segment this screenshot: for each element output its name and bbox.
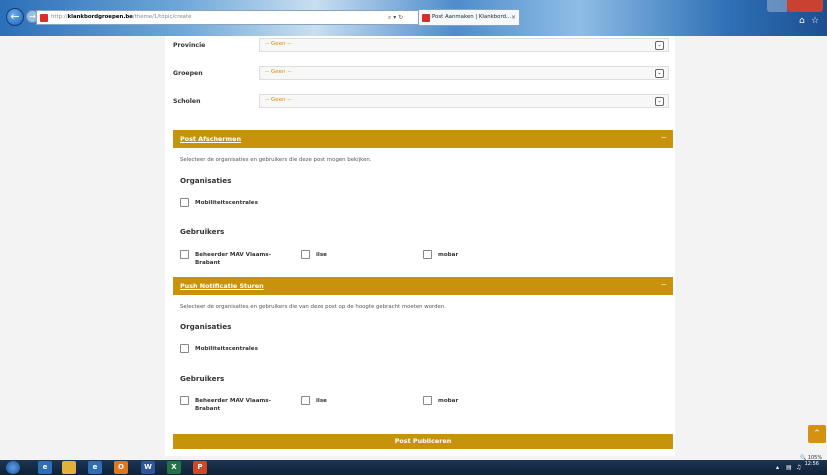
checkbox-label: mobar [438, 252, 459, 258]
ie-taskbar-icon-2[interactable]: e [88, 461, 102, 474]
volume-icon[interactable]: ♫ [796, 464, 801, 471]
section-push-notificatie[interactable]: Push Notificatie Sturen − [173, 277, 673, 295]
section-title[interactable]: Push Notificatie Sturen [180, 282, 264, 290]
users-heading: Gebruikers [180, 374, 225, 383]
network-icon[interactable]: ▤ [786, 464, 792, 471]
close-window-button[interactable] [787, 0, 823, 12]
checkbox-box[interactable] [180, 344, 189, 353]
tab-title: Post Aanmaken | Klankbord... [432, 14, 512, 20]
field-label: Scholen [173, 98, 201, 105]
excel-taskbar-icon[interactable]: X [167, 461, 181, 474]
publish-button[interactable]: Post Publiceren [173, 434, 673, 449]
favorites-star-icon[interactable]: ☆ [811, 16, 821, 26]
organisations-heading: Organisaties [180, 176, 232, 185]
chevron-down-icon: ⌄ [655, 69, 664, 78]
section-description: Selecteer de organisaties en gebruikers … [180, 157, 372, 163]
address-tools[interactable]: ⌕ ▾ ↻ [384, 10, 420, 25]
tab-favicon-icon [422, 14, 430, 22]
field-label: Groepen [173, 70, 203, 77]
word-taskbar-icon[interactable]: W [141, 461, 155, 474]
folder-taskbar-icon[interactable] [62, 461, 76, 474]
collapse-icon[interactable]: − [660, 133, 667, 142]
field-groepen: Groepen -- Geen -- ⌄ [165, 66, 675, 84]
chevron-down-icon: ⌄ [655, 41, 664, 50]
field-scholen: Scholen -- Geen -- ⌄ [165, 94, 675, 112]
tab-close-icon[interactable]: × [511, 10, 516, 25]
url-path: /theme/1/topic/create [132, 14, 192, 20]
checkbox-label: ilse [316, 252, 327, 258]
clock[interactable]: 12:56 [805, 461, 819, 467]
site-favicon-icon [40, 14, 48, 22]
section-description: Selecteer de organisaties en gebruikers … [180, 304, 446, 310]
scroll-top-chevron-up-icon[interactable]: ⌃ [808, 425, 826, 443]
checkbox-box[interactable] [423, 396, 432, 405]
organisations-heading: Organisaties [180, 322, 232, 331]
taskbar: e e O W X P ▴ ▤ ♫ 12:56 [0, 460, 827, 475]
collapse-icon[interactable]: − [660, 280, 667, 289]
browser-chrome: ← → http://klankbordgroepen.be/theme/1/t… [0, 0, 827, 36]
checkbox-box[interactable] [423, 250, 432, 259]
minimize-button[interactable] [767, 0, 787, 12]
checkbox-box[interactable] [301, 396, 310, 405]
field-provincie: Provincie -- Geen -- ⌄ [165, 38, 675, 56]
select-value: -- Geen -- [265, 41, 292, 47]
address-bar[interactable]: http://klankbordgroepen.be/theme/1/topic… [36, 10, 388, 25]
checkbox-label: mobar [438, 398, 459, 404]
checkbox-box[interactable] [301, 250, 310, 259]
groepen-select[interactable]: -- Geen -- ⌄ [259, 66, 669, 80]
powerpoint-taskbar-icon[interactable]: P [193, 461, 207, 474]
chevron-down-icon: ⌄ [655, 97, 664, 106]
tray-arrow-icon[interactable]: ▴ [776, 464, 779, 471]
ie-taskbar-icon[interactable]: e [38, 461, 52, 474]
back-arrow-icon[interactable]: ← [6, 8, 24, 26]
field-label: Provincie [173, 42, 206, 49]
select-value: -- Geen -- [265, 69, 292, 75]
checkbox-label: Mobiliteitscentrales [195, 200, 258, 206]
section-post-afschermen[interactable]: Post Afschermen − [173, 130, 673, 148]
url-prefix: http:// [51, 14, 68, 20]
provincie-select[interactable]: -- Geen -- ⌄ [259, 38, 669, 52]
checkbox-box[interactable] [180, 396, 189, 405]
checkbox-box[interactable] [180, 250, 189, 259]
checkbox-label: ilse [316, 398, 327, 404]
url-domain: klankbordgroepen.be [67, 14, 133, 20]
select-value: -- Geen -- [265, 97, 292, 103]
outlook-taskbar-icon[interactable]: O [114, 461, 128, 474]
section-title[interactable]: Post Afschermen [180, 135, 241, 143]
checkbox-label: Beheerder MAV Vlaams- Brabant [195, 252, 271, 266]
checkbox-label: Mobiliteitscentrales [195, 346, 258, 352]
start-button[interactable] [6, 461, 20, 474]
checkbox-label: Beheerder MAV Vlaams- Brabant [195, 398, 271, 412]
browser-tab[interactable]: Post Aanmaken | Klankbord... × [418, 9, 520, 26]
scholen-select[interactable]: -- Geen -- ⌄ [259, 94, 669, 108]
home-icon[interactable]: ⌂ [799, 16, 809, 26]
users-heading: Gebruikers [180, 227, 225, 236]
checkbox-box[interactable] [180, 198, 189, 207]
